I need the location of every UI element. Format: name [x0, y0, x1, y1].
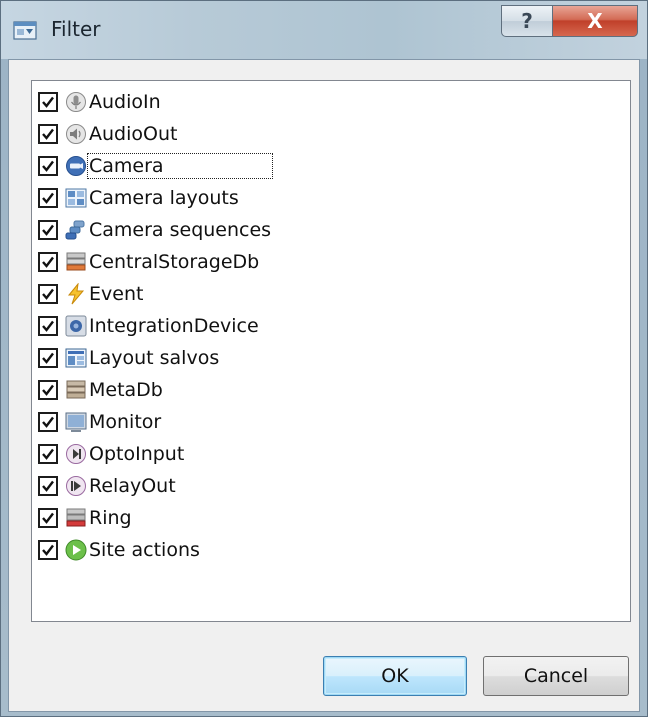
list-item-label: OptoInput [89, 443, 185, 465]
filter-window-icon [13, 19, 37, 41]
lightning-icon [65, 283, 87, 305]
list-item-label: CentralStorageDb [89, 251, 260, 273]
list-item-label: Monitor [89, 411, 162, 433]
checkbox[interactable] [38, 540, 58, 560]
list-item-label: Camera layouts [89, 187, 239, 209]
list-item-label: RelayOut [89, 475, 176, 497]
close-button[interactable]: X [552, 5, 638, 37]
checkbox[interactable] [38, 316, 58, 336]
list-item[interactable]: Event [38, 279, 144, 309]
speaker-icon [65, 123, 87, 145]
list-item-label: Camera sequences [89, 219, 272, 241]
checkbox[interactable] [38, 188, 58, 208]
monitor-icon [65, 411, 87, 433]
play-circle-icon [65, 539, 87, 561]
title-bar[interactable]: Filter ? X [1, 1, 647, 59]
camera-icon [65, 155, 87, 177]
opto-input-icon [65, 443, 87, 465]
list-item-label: Event [89, 283, 144, 305]
window-title: Filter [51, 17, 101, 41]
list-item[interactable]: Camera sequences [38, 215, 272, 245]
microphone-icon [65, 91, 87, 113]
filter-dialog: Filter ? X AudioIn AudioOut Camera Camera l… [0, 0, 648, 717]
relay-out-icon [65, 475, 87, 497]
list-item[interactable]: IntegrationDevice [38, 311, 260, 341]
list-item[interactable]: OptoInput [38, 439, 185, 469]
list-item-label: Ring [89, 507, 132, 529]
sequence-icon [65, 219, 87, 241]
cancel-button[interactable]: Cancel [483, 656, 629, 696]
list-item-label: AudioOut [89, 123, 178, 145]
list-item-label: IntegrationDevice [89, 315, 259, 337]
list-item[interactable]: Monitor [38, 407, 162, 437]
list-item[interactable]: CentralStorageDb [38, 247, 260, 277]
list-item[interactable]: Layout salvos [38, 343, 220, 373]
help-button[interactable]: ? [501, 5, 553, 37]
database-icon [65, 251, 87, 273]
checkbox[interactable] [38, 412, 58, 432]
list-item[interactable]: AudioIn [38, 87, 162, 117]
layout-salvo-icon [65, 347, 87, 369]
list-item[interactable]: RelayOut [38, 471, 177, 501]
list-item-label: AudioIn [89, 91, 161, 113]
metadb-icon [65, 379, 87, 401]
checkbox[interactable] [38, 508, 58, 528]
checkbox[interactable] [38, 252, 58, 272]
checkbox[interactable] [38, 156, 58, 176]
ring-icon [65, 507, 87, 529]
checkbox[interactable] [38, 124, 58, 144]
list-item[interactable]: MetaDb [38, 375, 164, 405]
list-item[interactable]: Site actions [38, 535, 201, 565]
checkbox[interactable] [38, 444, 58, 464]
list-item-label: Camera [87, 153, 273, 179]
checkbox[interactable] [38, 348, 58, 368]
list-item-label: Site actions [89, 539, 200, 561]
ok-button[interactable]: OK [323, 656, 467, 696]
checkbox[interactable] [38, 380, 58, 400]
checkbox[interactable] [38, 92, 58, 112]
list-item-label: MetaDb [89, 379, 163, 401]
gear-device-icon [65, 315, 87, 337]
list-item[interactable]: AudioOut [38, 119, 178, 149]
checkbox[interactable] [38, 476, 58, 496]
dialog-body: AudioIn AudioOut Camera Camera layouts Camer… [8, 59, 640, 712]
list-item[interactable]: Ring [38, 503, 133, 533]
list-item-label: Layout salvos [89, 347, 220, 369]
checkbox[interactable] [38, 284, 58, 304]
checkbox[interactable] [38, 220, 58, 240]
layout-grid-icon [65, 187, 87, 209]
list-item[interactable]: Camera [38, 151, 273, 181]
list-item[interactable]: Camera layouts [38, 183, 240, 213]
filter-list[interactable]: AudioIn AudioOut Camera Camera layouts Camer… [31, 80, 631, 622]
